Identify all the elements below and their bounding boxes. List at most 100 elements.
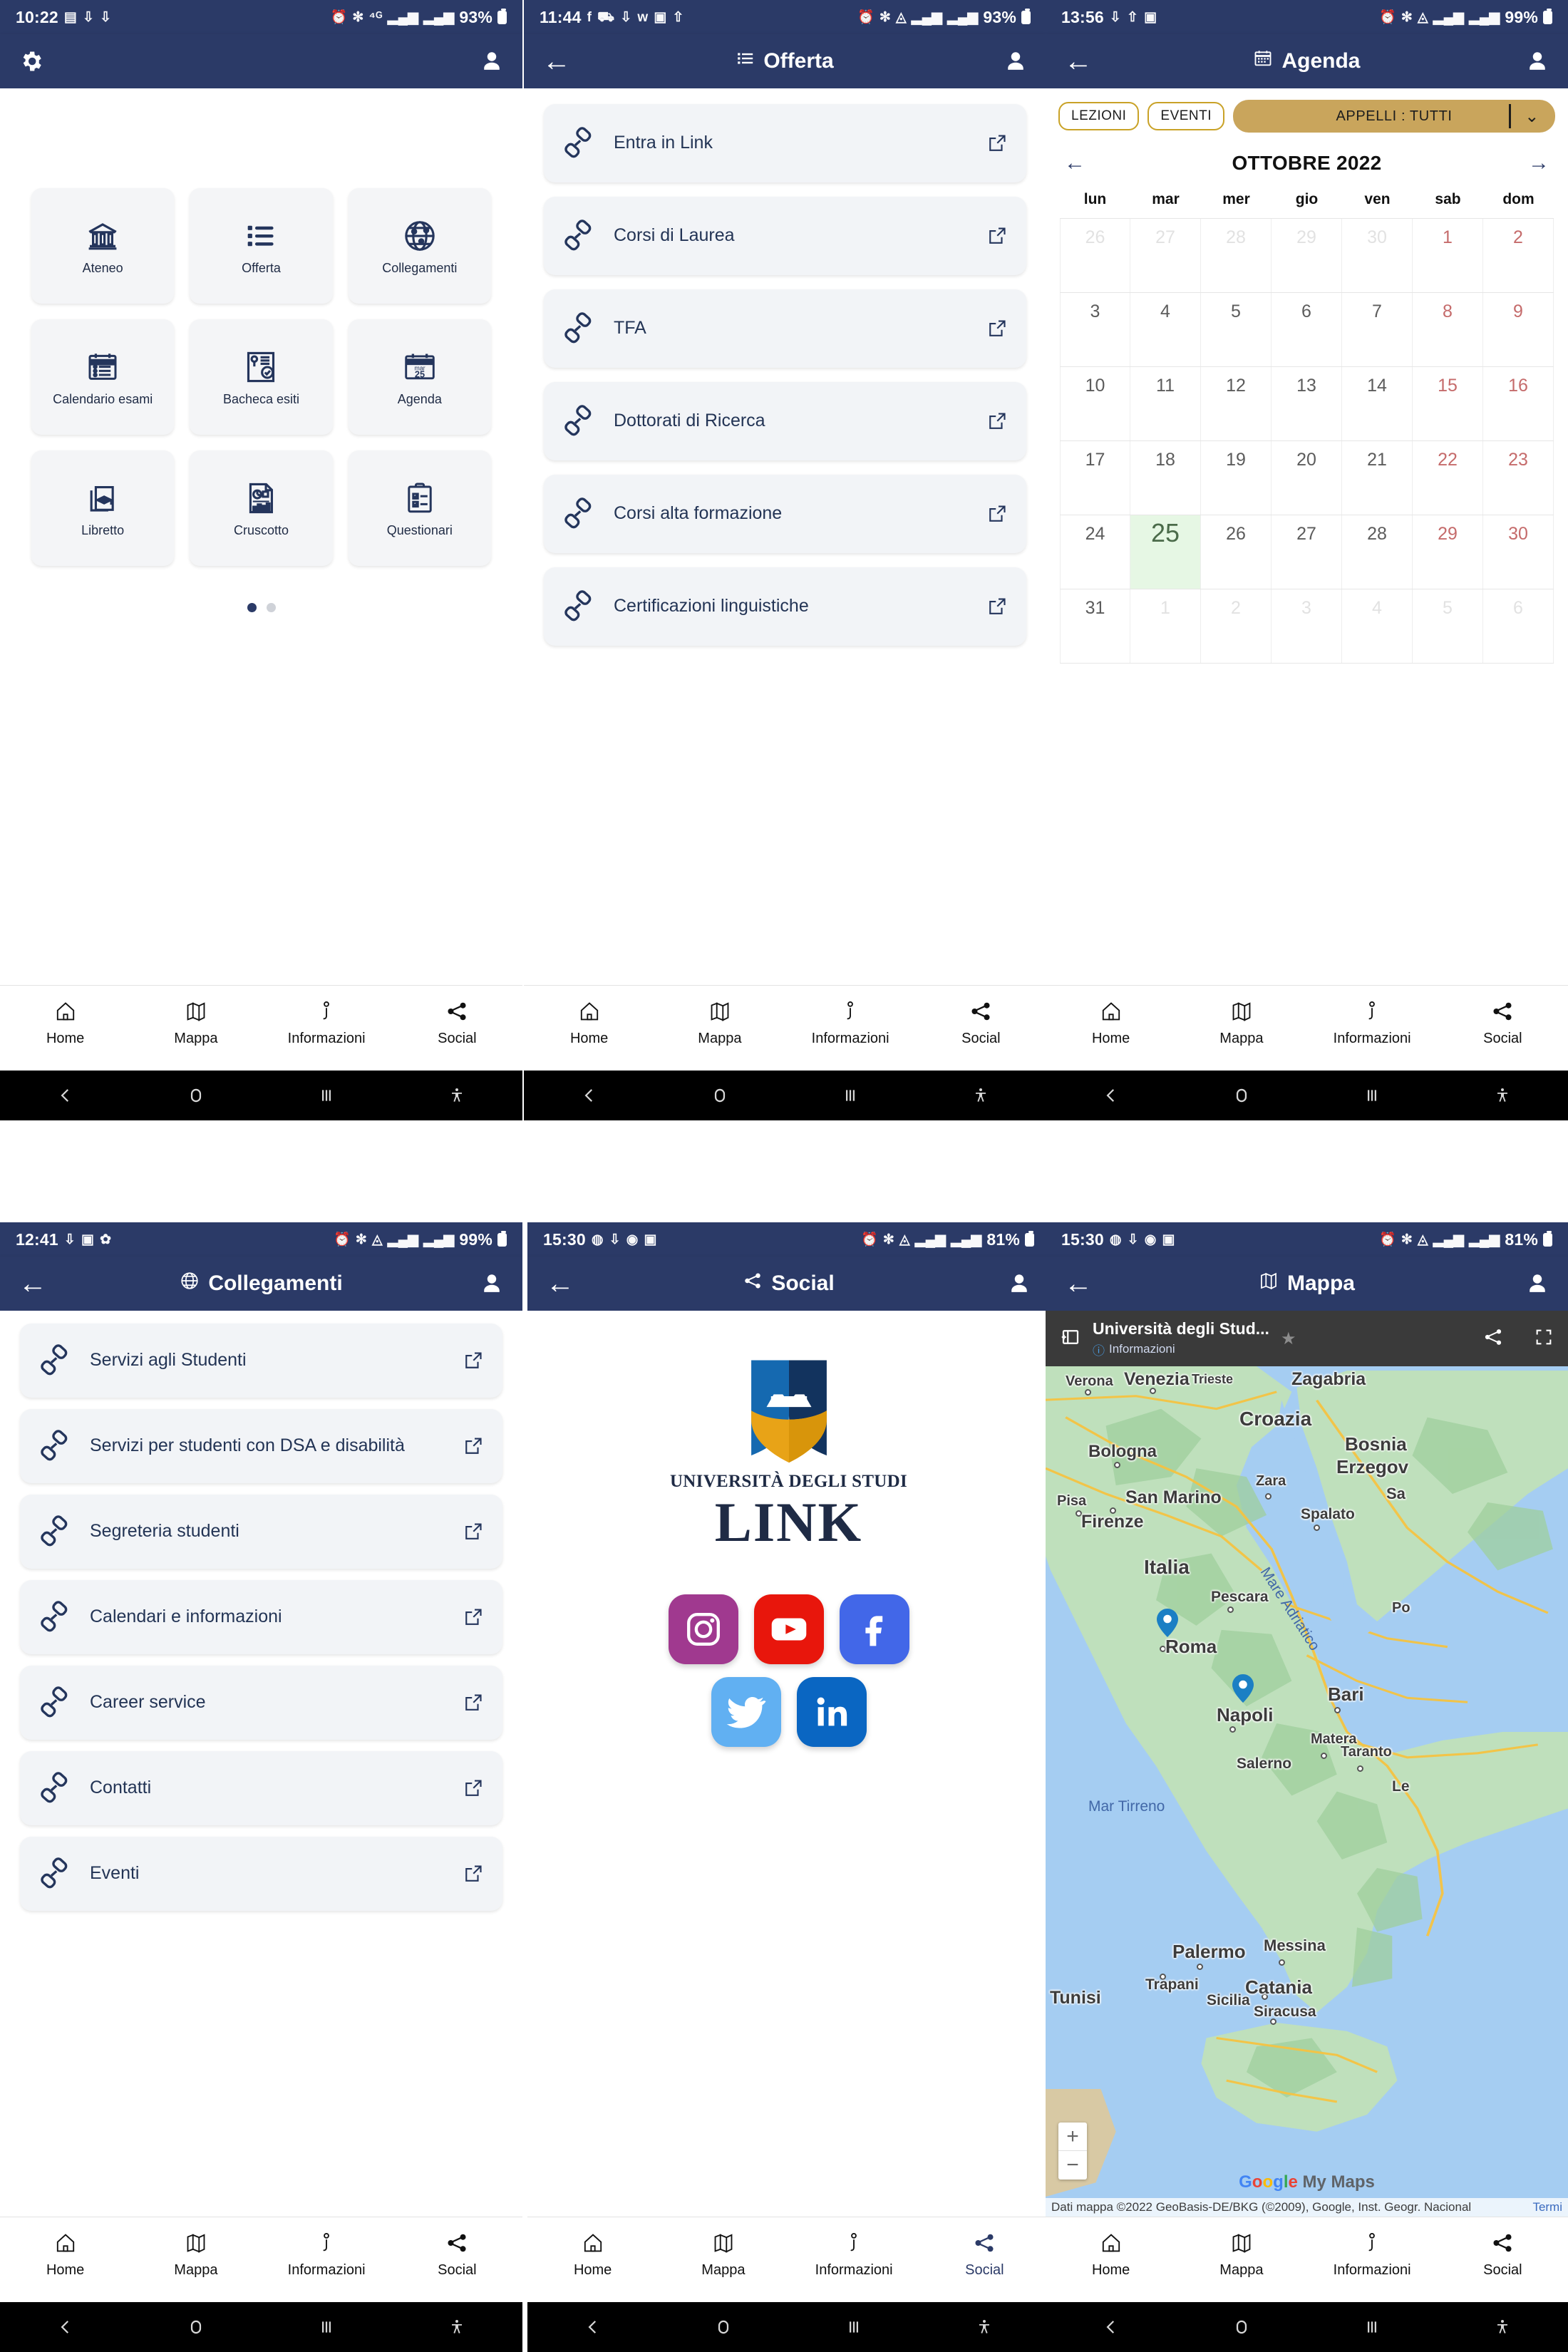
filter-chip-lezioni[interactable]: LEZIONI: [1058, 102, 1140, 130]
calendar-day[interactable]: 27: [1272, 515, 1342, 589]
share-icon[interactable]: [1482, 1326, 1504, 1351]
external-link-icon[interactable]: [986, 318, 1008, 339]
calendar-day[interactable]: 11: [1130, 367, 1201, 440]
system-recents-button[interactable]: [785, 1085, 916, 1106]
calendar-day[interactable]: 9: [1483, 293, 1554, 366]
nav-item-mappa[interactable]: Mappa: [1176, 997, 1306, 1047]
accessibility-icon[interactable]: [916, 1085, 1046, 1106]
calendar-day[interactable]: 30: [1342, 219, 1413, 292]
next-month-button[interactable]: →: [1528, 151, 1549, 175]
tile-bacheca-esiti[interactable]: Bacheca esiti: [190, 319, 333, 435]
accessibility-icon[interactable]: [1438, 2316, 1568, 2338]
nav-item-home[interactable]: Home: [527, 2229, 658, 2279]
page-dot[interactable]: [266, 603, 276, 612]
nav-item-home[interactable]: Home: [0, 997, 130, 1047]
calendar-day[interactable]: 1: [1413, 219, 1483, 292]
calendar-day[interactable]: 27: [1130, 219, 1201, 292]
tile-cruscotto[interactable]: Cruscotto: [190, 450, 333, 566]
tile-libretto[interactable]: Libretto: [31, 450, 175, 566]
system-recents-button[interactable]: [262, 1085, 392, 1106]
list-item[interactable]: Corsi alta formazione: [544, 475, 1026, 553]
gear-icon[interactable]: [19, 48, 54, 74]
open-panel-icon[interactable]: [1060, 1326, 1081, 1351]
calendar-day[interactable]: 28: [1201, 219, 1272, 292]
calendar-day[interactable]: 6: [1272, 293, 1342, 366]
system-back-button[interactable]: [527, 2316, 658, 2338]
list-item[interactable]: Dottorati di Ricerca: [544, 382, 1026, 460]
calendar-day[interactable]: 22: [1413, 441, 1483, 515]
fullscreen-icon[interactable]: [1534, 1327, 1554, 1351]
external-link-icon[interactable]: [986, 596, 1008, 617]
external-link-icon[interactable]: [463, 1350, 484, 1371]
calendar-day[interactable]: 16: [1483, 367, 1554, 440]
avatar[interactable]: [1525, 49, 1549, 73]
system-back-button[interactable]: [1046, 1085, 1176, 1106]
system-home-button[interactable]: [130, 2316, 261, 2338]
calendar-day[interactable]: 3: [1060, 293, 1130, 366]
nav-item-social[interactable]: Social: [916, 997, 1046, 1047]
youtube-icon[interactable]: [753, 1594, 824, 1664]
calendar-day-selected[interactable]: 25: [1130, 515, 1201, 589]
external-link-icon[interactable]: [463, 1435, 484, 1457]
nav-item-informazioni[interactable]: Informazioni: [785, 997, 916, 1047]
system-back-button[interactable]: [524, 1085, 654, 1106]
tile-collegamenti[interactable]: Collegamenti: [348, 188, 491, 304]
system-home-button[interactable]: [1176, 1085, 1306, 1106]
avatar[interactable]: [1007, 1272, 1031, 1296]
calendar-day[interactable]: 28: [1342, 515, 1413, 589]
nav-item-social[interactable]: Social: [919, 2229, 1050, 2279]
zoom-in-button[interactable]: +: [1058, 2123, 1087, 2151]
instagram-icon[interactable]: [668, 1594, 738, 1664]
external-link-icon[interactable]: [986, 503, 1008, 525]
avatar[interactable]: [480, 49, 504, 73]
filter-dropdown-appelli[interactable]: APPELLI : TUTTI ⌄: [1233, 100, 1555, 133]
tile-questionari[interactable]: Questionari: [348, 450, 491, 566]
calendar-day[interactable]: 23: [1483, 441, 1554, 515]
calendar-day[interactable]: 2: [1201, 589, 1272, 663]
calendar-day[interactable]: 20: [1272, 441, 1342, 515]
system-home-button[interactable]: [130, 1085, 261, 1106]
external-link-icon[interactable]: [463, 1606, 484, 1628]
list-item[interactable]: Career service: [20, 1666, 502, 1740]
back-arrow-icon[interactable]: ←: [1064, 47, 1100, 76]
calendar-day[interactable]: 26: [1060, 219, 1130, 292]
nav-item-informazioni[interactable]: Informazioni: [262, 2229, 392, 2279]
avatar[interactable]: [1004, 49, 1028, 73]
system-recents-button[interactable]: [1307, 1085, 1438, 1106]
accessibility-icon[interactable]: [392, 1085, 522, 1106]
external-link-icon[interactable]: [986, 133, 1008, 154]
map-info-link[interactable]: ⓘ Informazioni: [1093, 1341, 1269, 1358]
nav-item-mappa[interactable]: Mappa: [1176, 2229, 1306, 2279]
calendar-day[interactable]: 14: [1342, 367, 1413, 440]
nav-item-social[interactable]: Social: [1438, 997, 1568, 1047]
calendar-day[interactable]: 13: [1272, 367, 1342, 440]
calendar-day[interactable]: 10: [1060, 367, 1130, 440]
calendar-day[interactable]: 29: [1272, 219, 1342, 292]
system-home-button[interactable]: [654, 1085, 785, 1106]
calendar-day[interactable]: 17: [1060, 441, 1130, 515]
calendar-day[interactable]: 31: [1060, 589, 1130, 663]
calendar-day[interactable]: 18: [1130, 441, 1201, 515]
calendar-day[interactable]: 24: [1060, 515, 1130, 589]
system-home-button[interactable]: [658, 2316, 788, 2338]
system-back-button[interactable]: [1046, 2316, 1176, 2338]
nav-item-informazioni[interactable]: Informazioni: [1307, 2229, 1438, 2279]
linkedin-icon[interactable]: [796, 1677, 867, 1747]
back-arrow-icon[interactable]: ←: [1064, 1269, 1100, 1298]
external-link-icon[interactable]: [463, 1692, 484, 1713]
map-canvas[interactable]: Verona Venezia Trieste Zagabria Croazia …: [1046, 1366, 1568, 2217]
accessibility-icon[interactable]: [392, 2316, 522, 2338]
nav-item-informazioni[interactable]: Informazioni: [789, 2229, 919, 2279]
nav-item-home[interactable]: Home: [0, 2229, 130, 2279]
avatar[interactable]: [1525, 1272, 1549, 1296]
calendar-day[interactable]: 12: [1201, 367, 1272, 440]
calendar-day[interactable]: 19: [1201, 441, 1272, 515]
nav-item-social[interactable]: Social: [392, 997, 522, 1047]
nav-item-informazioni[interactable]: Informazioni: [262, 997, 392, 1047]
nav-item-informazioni[interactable]: Informazioni: [1307, 997, 1438, 1047]
calendar-day[interactable]: 7: [1342, 293, 1413, 366]
calendar-day[interactable]: 21: [1342, 441, 1413, 515]
nav-item-mappa[interactable]: Mappa: [130, 2229, 261, 2279]
accessibility-icon[interactable]: [919, 2316, 1050, 2338]
tile-calendario-esami[interactable]: Calendario esami: [31, 319, 175, 435]
